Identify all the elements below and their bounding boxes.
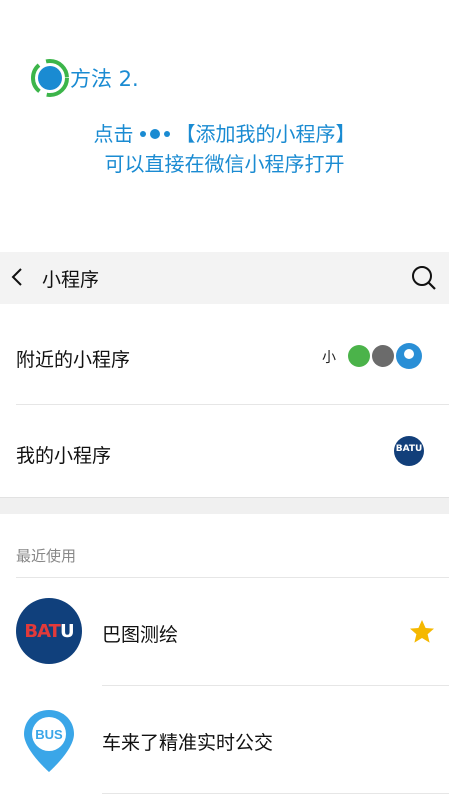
page-title: 小程序 bbox=[42, 269, 100, 291]
nearby-mini-programs-row[interactable]: 附近的小程序 bbox=[16, 345, 130, 372]
star-icon[interactable] bbox=[408, 618, 436, 646]
chevron-left-icon[interactable] bbox=[8, 266, 28, 288]
svg-text:小: 小 bbox=[322, 349, 336, 365]
my-mini-programs-row[interactable]: 我的小程序 bbox=[16, 441, 111, 468]
batu-logo-text: BATU bbox=[24, 621, 74, 642]
search-icon[interactable] bbox=[410, 264, 438, 292]
section-label-divider bbox=[16, 577, 449, 578]
recent-app-name[interactable]: 巴图测绘 bbox=[102, 620, 178, 647]
nearby-app-icons: 小 bbox=[322, 343, 422, 369]
row-divider bbox=[102, 793, 449, 794]
batu-logo-small: BATU bbox=[394, 436, 424, 466]
instruction-line-1: 点击 【添加我的小程序】 bbox=[0, 120, 449, 148]
instruction-suffix: 【添加我的小程序】 bbox=[175, 122, 356, 146]
recent-section-label: 最近使用 bbox=[16, 547, 77, 565]
more-dots-icon bbox=[139, 129, 170, 139]
row-divider bbox=[102, 685, 449, 686]
method-logo-icon bbox=[31, 59, 69, 97]
section-gap bbox=[0, 498, 449, 514]
bus-app-icon[interactable]: BUS bbox=[16, 706, 82, 776]
instruction-prefix: 点击 bbox=[93, 122, 134, 146]
method-title: 方法 2. bbox=[70, 67, 139, 91]
row-divider bbox=[16, 404, 449, 405]
svg-text:BUS: BUS bbox=[35, 727, 63, 742]
recent-app-name[interactable]: 车来了精准实时公交 bbox=[102, 728, 273, 755]
instruction-line-2: 可以直接在微信小程序打开 bbox=[104, 152, 345, 176]
batu-app-icon[interactable]: BATU bbox=[16, 598, 82, 664]
